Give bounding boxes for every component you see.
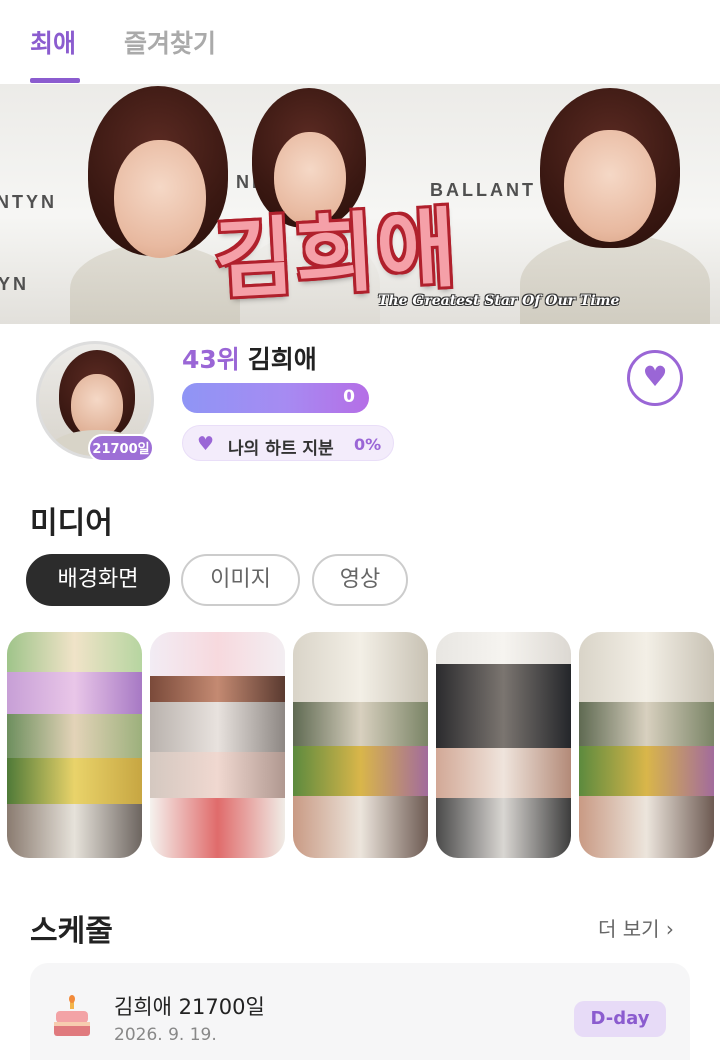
heart-icon: ♥: [642, 360, 668, 393]
cake-icon: [54, 995, 90, 1036]
tab-favorite-idol[interactable]: 최애: [30, 24, 76, 60]
vote-count-bar: 0: [182, 383, 369, 413]
favorite-heart-button[interactable]: ♥: [627, 350, 683, 406]
schedule-section-title: 스케줄: [30, 914, 113, 949]
idol-name: 김희애: [247, 345, 317, 374]
media-thumbnail[interactable]: [579, 632, 714, 858]
rank-label: 43위: [182, 345, 240, 374]
days-badge: 21700일: [88, 434, 154, 462]
dday-badge: D-day: [574, 1001, 666, 1037]
chip-wallpaper[interactable]: 배경화면: [26, 554, 170, 606]
banner-photo-person: [520, 84, 710, 324]
media-thumbnail[interactable]: [150, 632, 285, 858]
vote-count: 0: [343, 387, 355, 407]
heart-share-label: 나의 하트 지분: [228, 439, 334, 459]
banner-subtitle: The Greatest Star Of Our Time: [378, 293, 620, 309]
tab-bookmarks[interactable]: 즐겨찾기: [124, 24, 216, 60]
media-thumbnail-row: [7, 632, 720, 858]
schedule-more-link[interactable]: 더 보기 ›: [598, 913, 674, 942]
heart-share-pill: ♥ 나의 하트 지분 0%: [182, 425, 394, 461]
banner-bg-text: YN: [0, 274, 30, 294]
profile-banner: NTYN NE BALLANT YN 김희애 The Greatest Star…: [0, 84, 720, 324]
active-tab-indicator: [30, 78, 80, 83]
media-thumbnail[interactable]: [436, 632, 571, 858]
heart-icon: ♥: [197, 433, 215, 455]
top-tab-bar: 최애 즐겨찾기: [0, 0, 720, 84]
banner-bg-text: NTYN: [0, 192, 57, 212]
schedule-item[interactable]: 김희애 21700일 2026. 9. 19. D-day: [30, 963, 690, 1060]
chip-videos[interactable]: 영상: [312, 554, 408, 606]
schedule-item-date: 2026. 9. 19.: [114, 1025, 217, 1045]
media-section-title: 미디어: [30, 506, 113, 541]
rank-name-line: 43위 김희애: [182, 340, 317, 376]
schedule-item-title: 김희애 21700일: [114, 995, 265, 1019]
heart-share-value: 0%: [354, 435, 382, 454]
chip-images[interactable]: 이미지: [181, 554, 300, 606]
media-thumbnail[interactable]: [293, 632, 428, 858]
media-thumbnail[interactable]: [7, 632, 142, 858]
